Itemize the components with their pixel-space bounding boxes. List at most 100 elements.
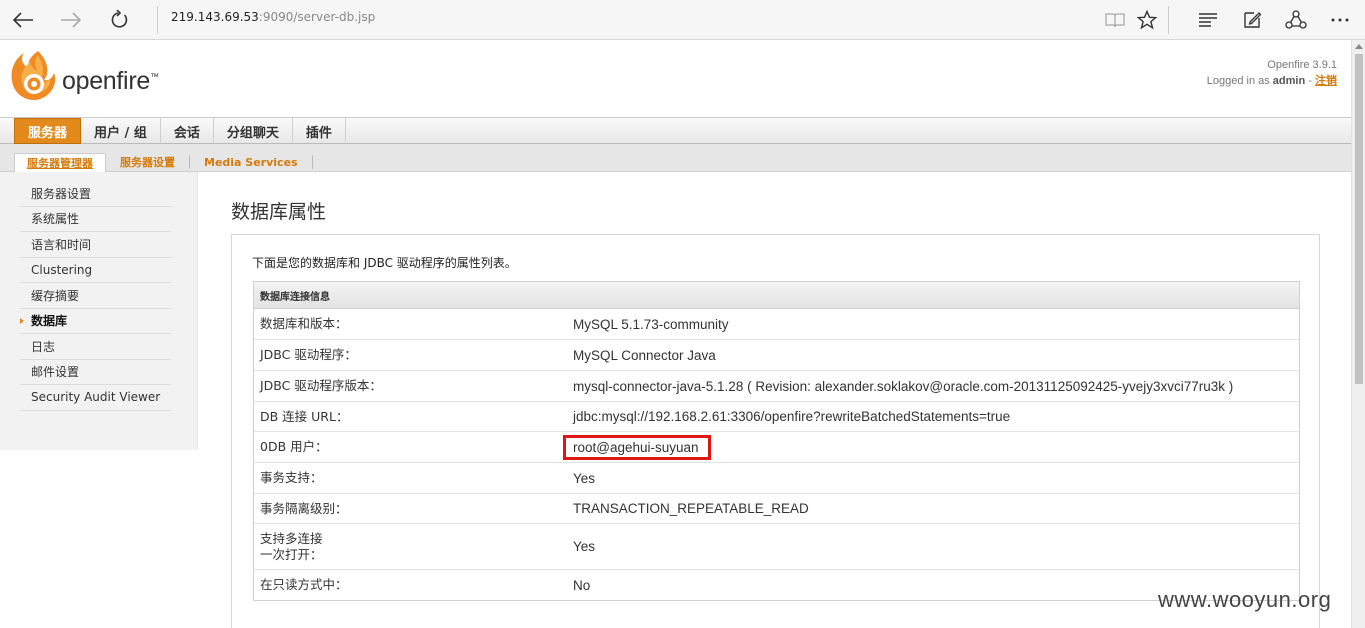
sidebar-item-3[interactable]: Clustering bbox=[20, 258, 171, 283]
sidebar-item-label: 语言和时间 bbox=[31, 237, 92, 252]
web-note-icon[interactable] bbox=[1237, 5, 1267, 35]
logo-word: openfire bbox=[62, 67, 150, 95]
table-row: DB 连接 URL： jdbc:mysql://192.168.2.61:3306… bbox=[254, 402, 1299, 432]
tab-2[interactable]: 会话 bbox=[161, 118, 214, 144]
url-path: :9090/server-db.jsp bbox=[258, 10, 376, 24]
sidebar-item-label: Security Audit Viewer bbox=[31, 390, 161, 405]
reading-view-icon[interactable] bbox=[1100, 5, 1130, 35]
sidebar-item-1[interactable]: 系统属性 bbox=[20, 207, 171, 232]
table-row: 事务支持： Yes bbox=[254, 463, 1299, 494]
subtab-label: 服务器管理器 bbox=[27, 157, 93, 170]
logo-tm: ™ bbox=[149, 71, 159, 82]
subtab-label: 服务器设置 bbox=[120, 156, 175, 169]
property-value: mysql-connector-java-5.1.28 ( Revision: … bbox=[573, 378, 1234, 394]
sidebar-list: 服务器设置系统属性语言和时间 Clustering 缓存摘要数据库日志邮件设置 Sec… bbox=[20, 181, 171, 411]
sub-tabs: 服务器管理器 服务器设置 Media Services bbox=[14, 153, 313, 172]
highlighted-value: root@agehui-suyuan bbox=[563, 434, 711, 460]
table-row: 支持多连接 一次打开： Yes bbox=[254, 524, 1299, 570]
logout-link[interactable]: 注销 bbox=[1315, 75, 1337, 87]
table-row: 在只读方式中： No bbox=[254, 570, 1299, 600]
page-title: 数据库属性 bbox=[231, 201, 327, 223]
main-tabs: 服务器 用户 / 组会话 分组聊天 插件 bbox=[14, 118, 346, 144]
tab-4[interactable]: 插件 bbox=[293, 118, 346, 144]
toolbar-divider bbox=[1168, 6, 1169, 34]
logged-in-label: Logged in as bbox=[1206, 75, 1270, 87]
watermark-text: www.wooyun.org bbox=[1158, 587, 1332, 612]
property-value: root@agehui-suyuan bbox=[563, 432, 1299, 462]
intro-text: 下面是您的数据库和 JDBC 驱动程序的属性列表。 bbox=[252, 256, 517, 270]
scroll-up-icon[interactable] bbox=[1355, 44, 1363, 49]
version-text: Openfire 3.9.1 bbox=[1267, 59, 1337, 71]
url-host: 219.143.69.53 bbox=[171, 10, 259, 24]
forward-arrow-icon[interactable] bbox=[56, 5, 86, 35]
openfire-logo-text: openfire™ bbox=[62, 67, 159, 96]
sidebar-item-label: 系统属性 bbox=[31, 212, 80, 227]
browser-toolbar: 219.143.69.53:9090/server-db.jsp bbox=[0, 0, 1365, 40]
subtab-0[interactable]: 服务器管理器 bbox=[14, 153, 106, 172]
favorite-star-icon[interactable] bbox=[1132, 5, 1162, 35]
sidebar-item-5[interactable]: 数据库 bbox=[20, 309, 171, 334]
property-label: 事务隔离级别： bbox=[260, 500, 348, 516]
property-value: Yes bbox=[573, 470, 596, 486]
sidebar-item-6[interactable]: 日志 bbox=[20, 334, 171, 360]
share-icon[interactable] bbox=[1281, 5, 1311, 35]
db-properties-table: 数据库连接信息 数据库和版本： MySQL 5.1.73-community JDB… bbox=[253, 281, 1300, 601]
property-label: 事务支持： bbox=[260, 470, 323, 485]
back-arrow-icon[interactable] bbox=[8, 5, 38, 35]
sidebar-item-8[interactable]: Security Audit Viewer bbox=[20, 385, 171, 411]
sidebar: 服务器设置系统属性语言和时间 Clustering 缓存摘要数据库日志邮件设置 Sec… bbox=[0, 172, 198, 450]
property-value: jdbc:mysql://192.168.2.61:3306/openfire?… bbox=[573, 409, 1011, 424]
sidebar-item-label: 邮件设置 bbox=[31, 365, 80, 380]
property-value: MySQL 5.1.73-community bbox=[573, 316, 729, 332]
sidebar-item-0[interactable]: 服务器设置 bbox=[20, 181, 171, 207]
table-row: 数据库和版本： MySQL 5.1.73-community bbox=[254, 309, 1299, 340]
active-arrow-icon bbox=[20, 317, 24, 324]
openfire-logo-icon bbox=[8, 49, 60, 107]
db-properties-panel: 下面是您的数据库和 JDBC 驱动程序的属性列表。 数据库连接信息 数据库和版本… bbox=[231, 234, 1320, 628]
tab-3[interactable]: 分组聊天 bbox=[214, 118, 293, 144]
more-icon[interactable] bbox=[1325, 5, 1355, 35]
main-tabs-bar: 服务器 用户 / 组会话 分组聊天 插件 bbox=[0, 117, 1351, 144]
sidebar-item-label: Clustering bbox=[31, 262, 93, 277]
sidebar-item-7[interactable]: 邮件设置 bbox=[20, 360, 171, 385]
subtab-label: Media Services bbox=[204, 155, 298, 169]
table-header: 数据库连接信息 bbox=[254, 282, 1299, 309]
address-divider bbox=[157, 6, 158, 34]
subtabs-bar: 服务器管理器 服务器设置 Media Services bbox=[0, 144, 1351, 172]
property-label: DB 连接 URL： bbox=[260, 408, 349, 424]
sidebar-item-label: 数据库 bbox=[31, 314, 68, 329]
tab-0[interactable]: 服务器 bbox=[14, 118, 82, 144]
sidebar-item-label: 日志 bbox=[31, 339, 56, 354]
scroll-thumb[interactable] bbox=[1355, 54, 1363, 384]
subtab-2[interactable]: Media Services bbox=[190, 155, 313, 169]
version-info: Openfire 3.9.1 Logged in as admin - 注销 bbox=[1207, 57, 1337, 89]
property-value: TRANSACTION_REPEATABLE_READ bbox=[573, 501, 809, 516]
table-body: 数据库和版本： MySQL 5.1.73-community JDBC 驱动程序： M… bbox=[254, 309, 1299, 600]
tab-1[interactable]: 用户 / 组 bbox=[81, 118, 161, 144]
sidebar-item-label: 服务器设置 bbox=[31, 186, 92, 201]
property-label: 支持多连接 一次打开： bbox=[260, 530, 323, 562]
table-row: 事务隔离级别： TRANSACTION_REPEATABLE_READ bbox=[254, 494, 1299, 524]
table-row: JDBC 驱动程序版本： mysql-connector-java-5.1.28 … bbox=[254, 371, 1299, 402]
refresh-icon[interactable] bbox=[104, 5, 134, 35]
property-label: 0DB 用户： bbox=[260, 439, 328, 454]
hub-icon[interactable] bbox=[1193, 5, 1223, 35]
login-separator: - bbox=[1308, 75, 1312, 87]
property-label: JDBC 驱动程序版本： bbox=[260, 378, 382, 393]
sidebar-item-label: 缓存摘要 bbox=[31, 288, 80, 303]
address-bar[interactable]: 219.143.69.53:9090/server-db.jsp bbox=[171, 10, 375, 24]
table-row: JDBC 驱动程序： MySQL Connector Java bbox=[254, 340, 1299, 371]
property-label: JDBC 驱动程序： bbox=[260, 347, 357, 362]
username: admin bbox=[1272, 75, 1306, 87]
vertical-scrollbar[interactable] bbox=[1351, 40, 1365, 628]
subtab-1[interactable]: 服务器设置 bbox=[106, 155, 190, 169]
login-status: Logged in as admin - 注销 bbox=[1207, 73, 1337, 89]
property-value: MySQL Connector Java bbox=[573, 347, 716, 363]
property-label: 数据库和版本： bbox=[260, 316, 348, 331]
sidebar-item-2[interactable]: 语言和时间 bbox=[20, 232, 171, 258]
property-value: Yes bbox=[573, 539, 596, 554]
openfire-header: openfire™ Openfire 3.9.1 Logged in as ad… bbox=[0, 41, 1351, 117]
property-label: 在只读方式中： bbox=[260, 577, 348, 592]
sidebar-item-4[interactable]: 缓存摘要 bbox=[20, 283, 171, 309]
table-row: 0DB 用户： root@agehui-suyuan bbox=[254, 432, 1299, 463]
